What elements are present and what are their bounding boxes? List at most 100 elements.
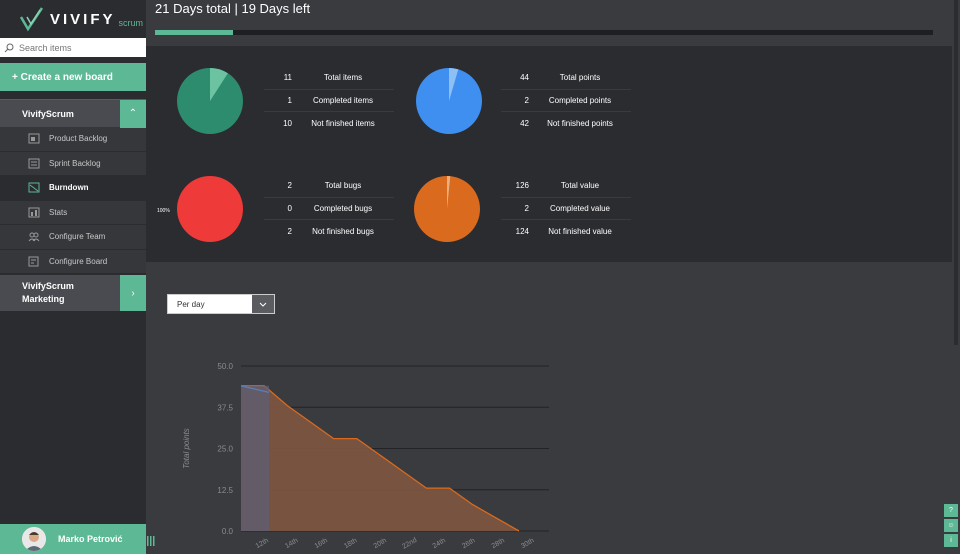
collapse-sidebar-icon[interactable] <box>147 535 155 547</box>
burndown-icon <box>28 182 40 193</box>
bugs-pie-chart <box>177 176 243 242</box>
avatar[interactable] <box>22 527 46 551</box>
stat-value: 2 <box>524 203 529 213</box>
user-profile[interactable]: Marko Petrović <box>0 524 146 554</box>
stat-value: 126 <box>515 181 529 191</box>
board-name: VivifyScrum Marketing <box>0 280 74 306</box>
user-name: Marko Petrović <box>58 534 123 544</box>
board-vivifyscrum-marketing[interactable]: VivifyScrum Marketing › <box>0 275 146 311</box>
nav-item-label: Sprint Backlog <box>49 158 101 168</box>
x-tick-label: 12th <box>255 537 270 550</box>
backlog-icon <box>28 133 40 144</box>
nav-item-sprint-backlog[interactable]: Sprint Backlog <box>0 151 146 176</box>
stat-row: 1 Completed items <box>264 90 394 112</box>
nav-item-label: Burndown <box>49 183 89 193</box>
brand-name: VIVIFY <box>50 10 116 28</box>
stat-row: 126 Total value <box>501 175 631 198</box>
completed-area <box>241 385 269 531</box>
x-tick-label: 24th <box>432 537 447 550</box>
period-select[interactable]: Per day <box>167 294 275 314</box>
chat-icon[interactable]: ☺ <box>944 519 958 532</box>
stat-label: Not finished bugs <box>312 226 374 236</box>
x-tick-label: 20th <box>373 537 388 550</box>
stat-label: Not finished points <box>547 118 613 128</box>
stat-label: Total bugs <box>324 181 362 191</box>
x-tick-label: 30th <box>520 537 535 550</box>
stat-label: Total items <box>323 73 363 83</box>
avatar-icon <box>22 527 46 551</box>
stat-row: 124 Not finished value <box>501 220 631 243</box>
stat-label: Completed value <box>549 203 611 213</box>
help-icon[interactable]: ? <box>944 504 958 517</box>
stat-row: 0 Completed bugs <box>264 198 394 220</box>
nav-item-product-backlog[interactable]: Product Backlog <box>0 127 146 152</box>
team-icon <box>28 232 40 242</box>
page-scrollbar[interactable] <box>954 0 958 345</box>
stat-row: 2 Total bugs <box>264 175 394 198</box>
stat-label: Total points <box>559 73 601 83</box>
search-input[interactable] <box>19 42 139 53</box>
stat-value: 2 <box>287 226 292 236</box>
nav-item-burndown[interactable]: Burndown <box>0 176 146 201</box>
stat-row: 2 Not finished bugs <box>264 220 394 243</box>
stats-icon <box>28 207 40 218</box>
chevron-right-icon[interactable]: › <box>120 275 146 311</box>
create-board-button[interactable]: + Create a new board <box>0 63 146 91</box>
burndown-chart: 0.0 12.5 25.0 37.5 50.0 Total points 12th 14th 1… <box>182 362 549 551</box>
items-stats: 11 Total items 1 Completed items 10 Not fin… <box>264 67 394 135</box>
x-tick-label: 22nd <box>401 537 418 551</box>
x-tick-label: 18th <box>343 537 358 550</box>
nav-item-label: Configure Board <box>49 256 108 266</box>
points-pie-chart <box>416 68 482 134</box>
y-tick-label: 0.0 <box>222 527 234 536</box>
y-tick-label: 12.5 <box>217 486 233 495</box>
stat-value: 2 <box>524 95 529 105</box>
stat-value: 0 <box>287 203 292 213</box>
stat-row: 10 Not finished items <box>264 112 394 135</box>
stat-label: Total value <box>560 181 600 191</box>
sidebar: VIVIFY scrum + Create a new board Vivify… <box>0 0 146 554</box>
board-name: VivifyScrum <box>22 108 74 119</box>
nav-item-configure-team[interactable]: Configure Team <box>0 225 146 250</box>
x-tick-label: 16th <box>314 537 329 550</box>
points-stats: 44 Total points 2 Completed points 42 Not f… <box>501 67 631 135</box>
nav-item-configure-board[interactable]: Configure Board <box>0 249 146 274</box>
board-name-line2: Marketing <box>22 294 65 304</box>
y-tick-label: 37.5 <box>217 403 233 412</box>
vivify-logo-icon <box>19 7 44 32</box>
sprint-progress-bar <box>155 30 933 35</box>
stat-row: 42 Not finished points <box>501 112 631 135</box>
logo[interactable]: VIVIFY scrum <box>0 0 146 38</box>
stats-panel: 11 Total items 1 Completed items 10 Not fin… <box>146 46 952 262</box>
sprint-progress-fill <box>155 30 233 35</box>
page-title: 21 Days total | 19 Days left <box>155 1 311 16</box>
nav-item-label: Configure Team <box>49 232 106 242</box>
search-icon <box>4 43 14 52</box>
board-name-line1: VivifyScrum <box>22 281 74 291</box>
stat-row: 11 Total items <box>264 67 394 90</box>
brand-suffix: scrum <box>118 18 144 28</box>
stat-label: Not finished value <box>548 226 612 236</box>
stat-value: 124 <box>515 226 529 236</box>
stat-row: 44 Total points <box>501 67 631 90</box>
period-select-value: Per day <box>177 299 205 309</box>
bugs-pie-percent: 100% <box>157 208 170 214</box>
stat-row: 2 Completed value <box>501 198 631 220</box>
chevron-down-icon[interactable] <box>252 295 274 313</box>
y-tick-label: 50.0 <box>217 362 233 371</box>
y-axis-label: Total points <box>182 428 191 469</box>
stat-value: 10 <box>283 118 292 128</box>
bugs-stats: 2 Total bugs 0 Completed bugs 2 Not finishe… <box>264 175 394 243</box>
chevron-up-icon[interactable]: ⌃ <box>120 99 146 128</box>
info-icon[interactable]: i <box>944 534 958 547</box>
nav-item-stats[interactable]: Stats <box>0 200 146 225</box>
nav-item-label: Product Backlog <box>49 134 108 144</box>
stat-value: 42 <box>520 118 529 128</box>
stat-value: 44 <box>520 73 529 83</box>
items-pie-chart <box>177 68 243 134</box>
stat-value: 2 <box>287 181 292 191</box>
stat-value: 11 <box>283 73 292 83</box>
search-box[interactable] <box>0 38 146 57</box>
board-vivifyscrum[interactable]: VivifyScrum ⌃ <box>0 99 146 128</box>
x-tick-label: 28th <box>491 537 506 550</box>
